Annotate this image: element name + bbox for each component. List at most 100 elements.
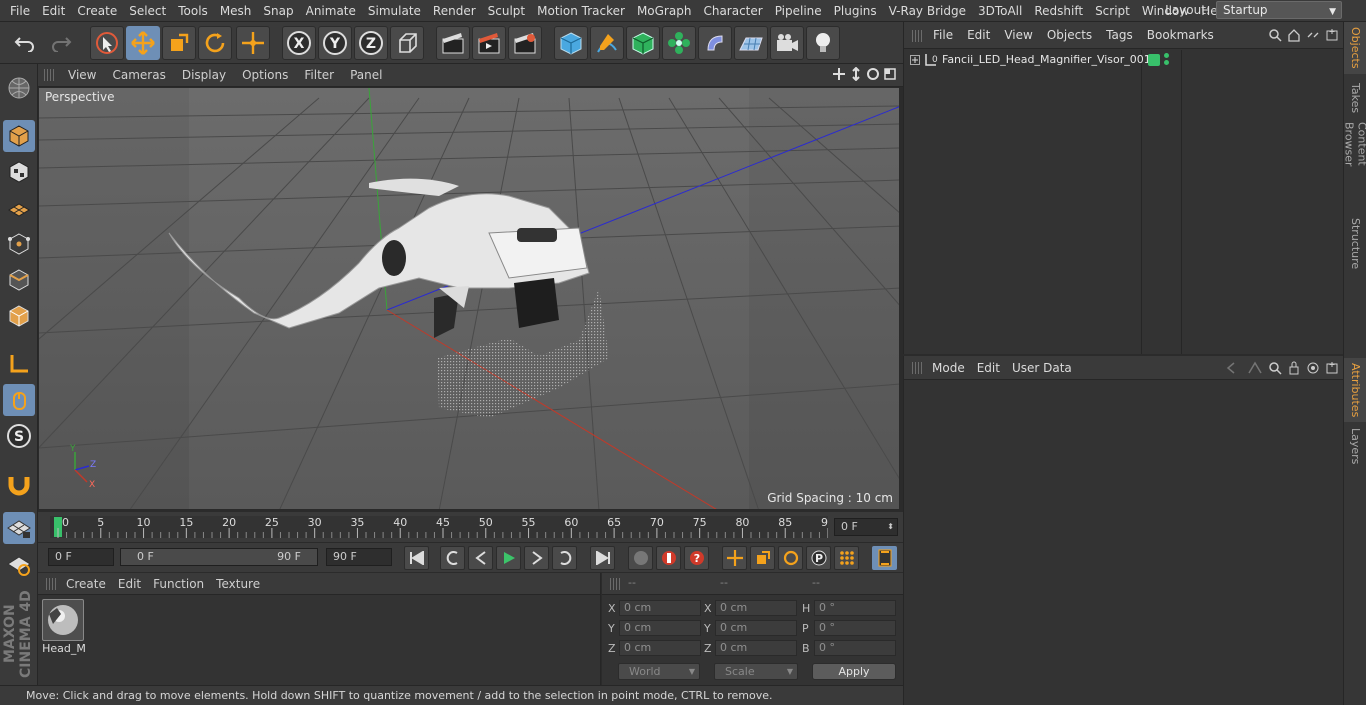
workplane-lock-button[interactable] [3, 512, 35, 544]
object-menu-edit[interactable]: Edit [960, 28, 997, 42]
pen-spline-button[interactable] [590, 26, 624, 60]
previous-frame-button[interactable] [468, 546, 493, 570]
menu-character[interactable]: Character [697, 0, 768, 22]
enable-axis-button[interactable] [3, 348, 35, 380]
transform-tool-button[interactable] [236, 26, 270, 60]
object-row[interactable]: 0 Fancii_LED_Head_Magnifier_Visor_001 [904, 50, 1344, 70]
scale-tool-button[interactable] [162, 26, 196, 60]
lock-icon[interactable] [1287, 361, 1301, 375]
position-x-field[interactable]: 0 cm [619, 600, 701, 616]
undo-button[interactable] [8, 26, 42, 60]
home-icon[interactable] [1287, 28, 1301, 42]
attributes-menu-edit[interactable]: Edit [971, 361, 1006, 375]
render-view-button[interactable] [436, 26, 470, 60]
tab-content-browser[interactable]: Content Browser [1343, 122, 1366, 210]
render-picture-viewer-button[interactable] [472, 26, 506, 60]
material-item[interactable]: Head_M [42, 599, 86, 655]
live-selection-button[interactable] [90, 26, 124, 60]
coordinate-space-dropdown[interactable]: World ▼ [618, 663, 700, 680]
size-mode-dropdown[interactable]: Scale ▼ [714, 663, 798, 680]
menu-select[interactable]: Select [123, 0, 172, 22]
perspective-viewport[interactable]: Perspective Y Z X Grid Spacing : 10 cm [38, 87, 900, 510]
back-arrow-icon[interactable] [1226, 361, 1242, 375]
new-window-icon[interactable] [1325, 28, 1339, 42]
rotation-h-field[interactable]: 0 ° [814, 600, 896, 616]
cube-primitive-button[interactable] [554, 26, 588, 60]
menu-script[interactable]: Script [1089, 0, 1136, 22]
rotate-tool-button[interactable] [198, 26, 232, 60]
menu-vray-bridge[interactable]: V-Ray Bridge [883, 0, 972, 22]
layer-color-tag-icon[interactable] [1148, 54, 1160, 66]
current-frame-field[interactable]: 0 F ⬍ [834, 518, 898, 536]
size-y-field[interactable]: 0 cm [715, 620, 797, 636]
model-mode-button[interactable] [3, 120, 35, 152]
object-menu-bookmarks[interactable]: Bookmarks [1140, 28, 1221, 42]
texture-mode-button[interactable] [3, 156, 35, 188]
polygons-mode-button[interactable] [3, 300, 35, 332]
object-menu-tags[interactable]: Tags [1099, 28, 1140, 42]
apply-button[interactable]: Apply [812, 663, 896, 680]
object-menu-file[interactable]: File [926, 28, 960, 42]
search-icon[interactable] [1268, 28, 1282, 42]
material-menu-function[interactable]: Function [147, 577, 210, 591]
subdivision-surface-button[interactable] [626, 26, 660, 60]
up-arrow-icon[interactable] [1247, 361, 1263, 375]
attributes-menu-user-data[interactable]: User Data [1006, 361, 1078, 375]
snap-button[interactable] [3, 468, 35, 500]
object-menu-view[interactable]: View [997, 28, 1039, 42]
size-x-field[interactable]: 0 cm [715, 600, 797, 616]
rotation-b-field[interactable]: 0 ° [814, 640, 896, 656]
new-window-icon[interactable] [1325, 361, 1339, 375]
make-editable-button[interactable] [3, 72, 35, 104]
menu-mograph[interactable]: MoGraph [631, 0, 698, 22]
maximize-view-icon[interactable] [883, 67, 897, 81]
position-z-field[interactable]: 0 cm [619, 640, 701, 656]
object-menu-objects[interactable]: Objects [1040, 28, 1099, 42]
deformer-button[interactable] [698, 26, 732, 60]
menu-render[interactable]: Render [427, 0, 482, 22]
x-axis-lock-button[interactable]: X [282, 26, 316, 60]
pan-view-icon[interactable] [832, 67, 846, 81]
solo-button[interactable]: S [3, 420, 35, 452]
y-axis-lock-button[interactable]: Y [318, 26, 352, 60]
floor-button[interactable] [734, 26, 768, 60]
key-position-button[interactable] [722, 546, 747, 570]
frame-range-slider[interactable]: 0 F 90 F [120, 548, 318, 566]
menu-tools[interactable]: Tools [172, 0, 214, 22]
tab-structure[interactable]: Structure [1344, 216, 1366, 272]
tab-layers[interactable]: Layers [1344, 426, 1366, 466]
edges-mode-button[interactable] [3, 264, 35, 296]
link-icon[interactable] [1306, 28, 1320, 42]
end-frame-field[interactable]: 90 F [326, 548, 392, 566]
viewport-menu-options[interactable]: Options [234, 68, 296, 82]
key-scale-button[interactable] [750, 546, 775, 570]
menu-snap[interactable]: Snap [257, 0, 299, 22]
next-frame-button[interactable] [524, 546, 549, 570]
menu-simulate[interactable]: Simulate [362, 0, 427, 22]
material-menu-edit[interactable]: Edit [112, 577, 147, 591]
play-button[interactable] [496, 546, 521, 570]
tab-objects[interactable]: Objects [1344, 22, 1366, 74]
go-to-start-button[interactable] [404, 546, 429, 570]
tab-takes[interactable]: Takes [1344, 78, 1366, 118]
position-y-field[interactable]: 0 cm [619, 620, 701, 636]
menu-sculpt[interactable]: Sculpt [482, 0, 531, 22]
size-z-field[interactable]: 0 cm [715, 640, 797, 656]
coordinate-system-button[interactable] [390, 26, 424, 60]
go-to-end-button[interactable] [590, 546, 615, 570]
viewport-menu-view[interactable]: View [60, 68, 104, 82]
render-settings-button[interactable] [508, 26, 542, 60]
frame-ruler[interactable]: 0 5 10 15 20 25 30 35 40 45 50 55 60 65 70 75 80 85 90 [50, 516, 828, 538]
key-pla-button[interactable] [834, 546, 859, 570]
planar-workplane-button[interactable] [3, 548, 35, 580]
points-mode-button[interactable] [3, 228, 35, 260]
viewport-menu-panel[interactable]: Panel [342, 68, 390, 82]
key-rotation-button[interactable] [778, 546, 803, 570]
move-tool-button[interactable] [126, 26, 160, 60]
redo-button[interactable] [44, 26, 78, 60]
attributes-menu-mode[interactable]: Mode [926, 361, 971, 375]
viewport-menu-display[interactable]: Display [174, 68, 234, 82]
record-active-button[interactable] [656, 546, 681, 570]
material-menu-texture[interactable]: Texture [210, 577, 266, 591]
expand-plus-icon[interactable] [910, 55, 920, 65]
